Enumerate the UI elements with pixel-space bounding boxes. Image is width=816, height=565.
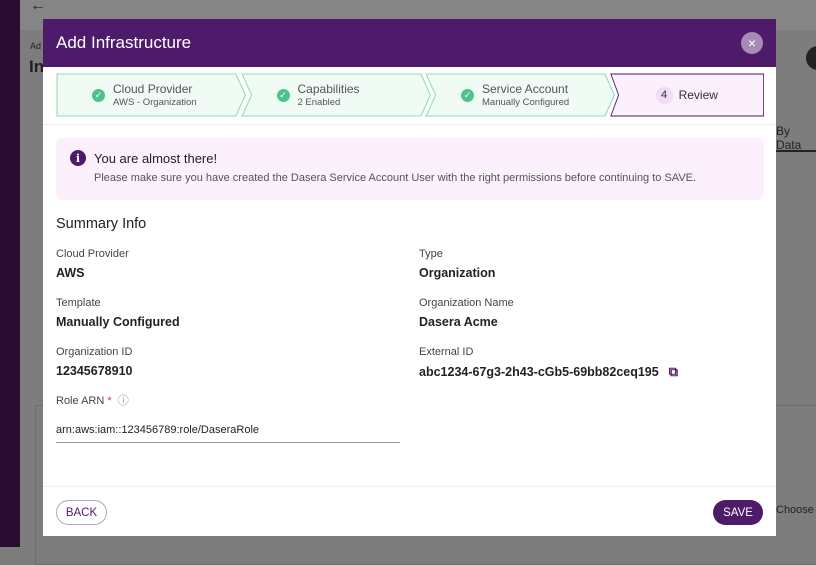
info-alert: i You are almost there! Please make sure … (56, 138, 764, 200)
app-sidebar (0, 0, 20, 547)
field-type: Type Organization (419, 248, 495, 280)
step-title: Service Account (482, 82, 569, 96)
step-number: 4 (655, 86, 673, 104)
background-title: In (29, 57, 45, 76)
role-arn-input[interactable] (56, 416, 400, 443)
step-subtitle: 2 Enabled (297, 97, 341, 108)
field-label: Organization ID (56, 346, 133, 358)
info-circle-icon[interactable]: ⓘ (118, 395, 129, 407)
field-label: Type (419, 248, 443, 260)
alert-message: Please make sure you have created the Da… (94, 172, 697, 184)
role-arn-field: Role ARN * ⓘ (56, 392, 400, 443)
field-value: Organization (419, 266, 496, 280)
field-template: Template Manually Configured (56, 297, 180, 329)
field-organization-name: Organization Name Dasera Acme (419, 297, 514, 329)
back-button[interactable]: BACK (56, 500, 107, 525)
field-external-id: External ID abc1234-67g3-2h43-cGb5-69bb8… (419, 346, 678, 380)
field-cloud-provider: Cloud Provider AWS (56, 248, 129, 280)
step-title: Capabilities (297, 82, 360, 96)
field-organization-id: Organization ID 12345678910 (56, 346, 132, 378)
dialog-footer: BACK SAVE (43, 486, 776, 536)
background-tab-underline (776, 150, 816, 152)
dialog-title: Add Infrastructure (56, 33, 192, 52)
background-tab: By Data (776, 124, 802, 152)
close-icon[interactable]: × (741, 32, 763, 54)
background-breadcrumb: Ad (30, 41, 42, 51)
field-label: External ID (419, 346, 474, 358)
save-button[interactable]: SAVE (713, 500, 763, 525)
check-icon: ✓ (461, 88, 474, 102)
step-cloud-provider[interactable]: ✓ Cloud Provider AWS - Organization (56, 73, 247, 117)
step-review[interactable]: 4 Review (609, 73, 765, 117)
field-label: Organization Name (419, 297, 514, 309)
summary-title: Summary Info (56, 216, 147, 232)
field-value: AWS (56, 266, 85, 280)
add-infrastructure-dialog: Add Infrastructure × ✓ Cloud Provider AWS… (43, 19, 776, 536)
info-icon: i (70, 150, 86, 166)
back-arrow-icon[interactable]: ← (30, 0, 46, 15)
field-label: Cloud Provider (56, 248, 129, 260)
step-title: Cloud Provider (113, 82, 193, 96)
dialog-header: Add Infrastructure × (43, 19, 776, 67)
check-icon: ✓ (92, 88, 105, 102)
field-label: Role ARN (56, 395, 105, 407)
field-value: 12345678910 (56, 364, 133, 378)
field-value: Manually Configured (56, 315, 180, 329)
step-capabilities[interactable]: ✓ Capabilities 2 Enabled (240, 73, 432, 117)
field-value: Dasera Acme (419, 315, 498, 329)
check-icon: ✓ (276, 88, 290, 102)
step-subtitle: Manually Configured (482, 97, 570, 108)
field-value: abc1234-67g3-2h43-cGb5-69bb82ceq195 (419, 365, 659, 379)
background-avatar (806, 46, 816, 70)
step-service-account[interactable]: ✓ Service Account Manually Configured (425, 73, 616, 117)
copy-icon[interactable]: ⧉ (669, 364, 678, 380)
step-title: Review (678, 88, 718, 102)
alert-title: You are almost there! (94, 150, 218, 166)
field-label: Template (56, 297, 101, 309)
divider (43, 124, 776, 125)
step-subtitle: AWS - Organization (113, 97, 197, 108)
stepper: ✓ Cloud Provider AWS - Organization ✓ Cap… (56, 73, 764, 117)
required-marker: * (107, 395, 112, 407)
